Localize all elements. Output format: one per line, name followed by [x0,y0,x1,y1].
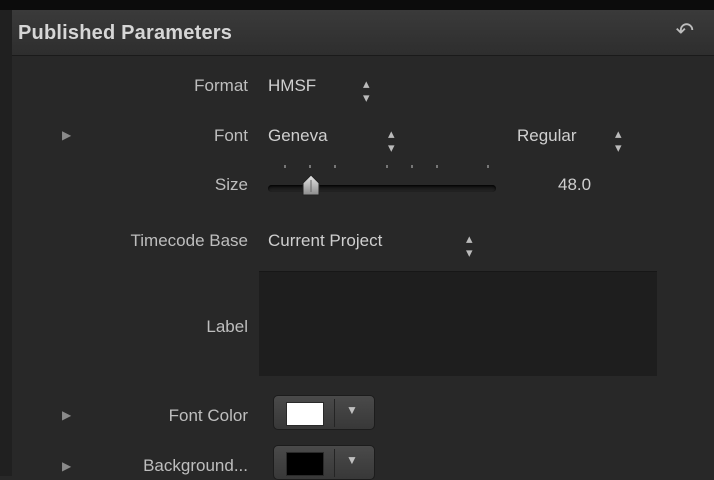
slider-tick [334,165,336,168]
background-label: Background... [143,456,248,475]
slider-tick [436,165,438,168]
timecode-base-stepper-icon[interactable]: ▴ ▾ [466,232,473,260]
font-label: Font [213,126,248,145]
background-color-swatch[interactable] [286,452,324,476]
slider-tick [411,165,413,168]
format-label: Format [194,76,248,95]
format-stepper-icon[interactable]: ▴ ▾ [363,77,370,105]
label-text-field[interactable] [259,271,657,376]
format-popup[interactable]: HMSF [268,76,316,96]
slider-tick [487,165,489,168]
chevron-down-icon[interactable]: ▼ [346,403,358,417]
font-family-stepper-icon[interactable]: ▴ ▾ [388,127,395,155]
size-slider-thumb[interactable] [301,174,321,196]
top-strip [0,0,714,10]
label-field-label: Label [206,317,248,336]
size-value[interactable]: 48.0 [558,175,591,195]
size-label: Size [214,175,248,194]
timecode-base-label: Timecode Base [130,231,248,250]
font-style-popup[interactable]: Regular [517,126,577,146]
undo-arrow-icon[interactable]: ↶ [676,19,694,43]
divider [334,399,335,427]
slider-tick [284,165,286,168]
background-color-well[interactable]: ▼ [273,445,375,480]
panel-header: Published Parameters ↶ [12,10,714,56]
chevron-down-icon[interactable]: ▼ [346,453,358,467]
font-color-well[interactable]: ▼ [273,395,375,430]
font-style-stepper-icon[interactable]: ▴ ▾ [615,127,622,155]
font-color-swatch[interactable] [286,402,324,426]
font-color-label: Font Color [168,406,248,425]
slider-tick [386,165,388,168]
timecode-base-popup[interactable]: Current Project [268,231,382,251]
panel-title: Published Parameters [18,22,233,44]
slider-tick [309,165,311,168]
font-family-popup[interactable]: Geneva [268,126,328,146]
divider [334,449,335,477]
